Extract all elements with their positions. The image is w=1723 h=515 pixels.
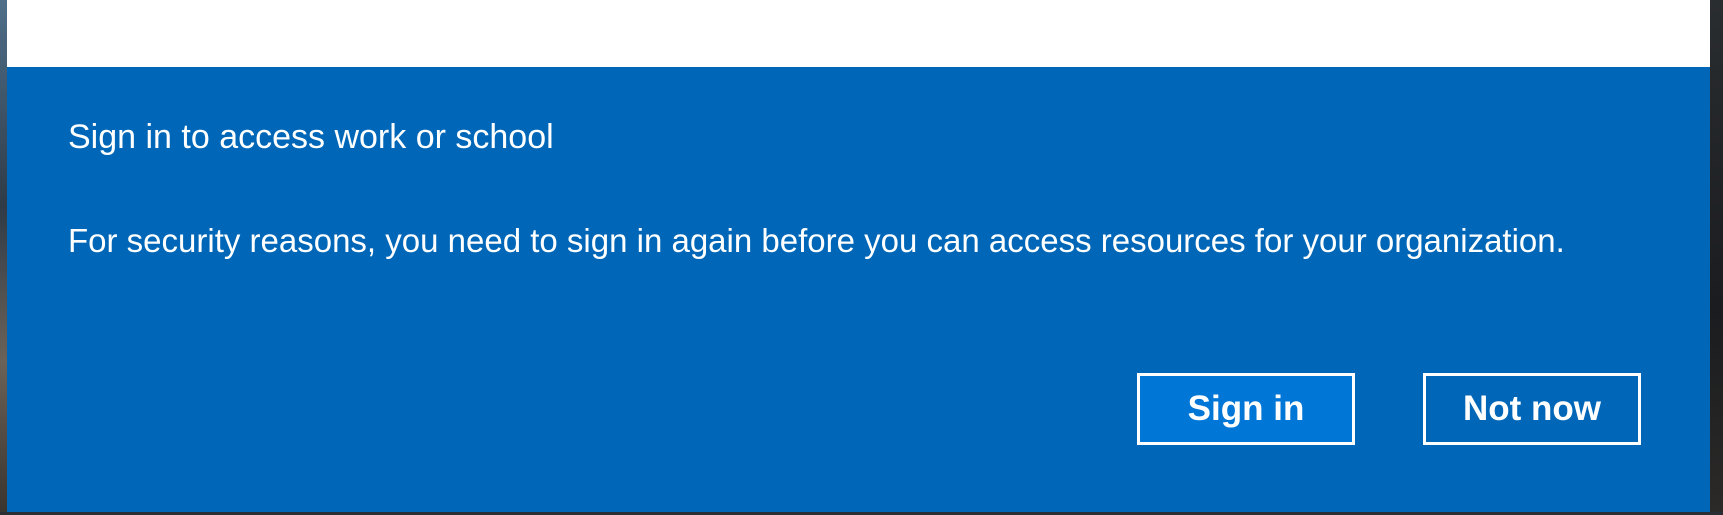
app-window-content	[7, 0, 1710, 67]
notification-message: For security reasons, you need to sign i…	[68, 222, 1565, 259]
sign-in-notification: Sign in to access work or school For sec…	[7, 67, 1710, 512]
screen: Sign in to access work or school For sec…	[0, 0, 1723, 515]
desktop-background-right	[1710, 0, 1723, 515]
sign-in-button[interactable]: Sign in	[1137, 373, 1355, 445]
notification-title: Sign in to access work or school	[68, 118, 554, 156]
not-now-button[interactable]: Not now	[1423, 373, 1641, 445]
desktop-background-left	[0, 0, 7, 515]
